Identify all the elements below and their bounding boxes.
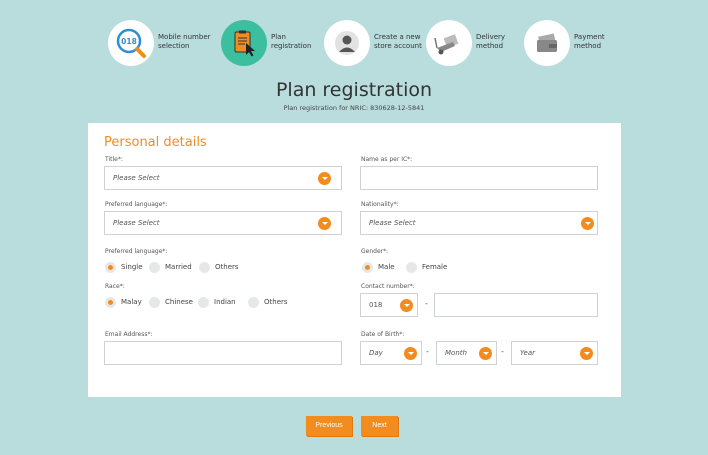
chevron-down-icon [581,217,594,230]
radio-label: Others [264,298,288,306]
marital-status-label: Preferred language*: [105,248,168,255]
magnifier-icon: 018 [108,20,154,66]
radio-label: Single [121,263,143,271]
radio-dot [198,296,209,308]
dob-day-select[interactable]: Day [360,341,422,365]
preferred-language-value: Please Select [113,219,160,227]
radio-married[interactable]: Married [149,261,192,273]
radio-dot [199,261,210,273]
step-label: Mobile number selection [158,33,211,50]
previous-button[interactable]: Previous [306,416,352,436]
user-icon [324,20,370,66]
next-button[interactable]: Next [361,416,398,436]
radio-dot [105,296,116,308]
radio-marital-others[interactable]: Others [199,261,239,273]
radio-dot [362,261,373,273]
step-badge: 018 [121,37,137,46]
radio-male[interactable]: Male [362,261,395,273]
radio-race-others[interactable]: Others [248,296,288,308]
contact-separator: - [425,299,428,308]
dob-month-value: Month [445,349,467,357]
title-select-value: Please Select [113,174,160,182]
race-label: Race*: [105,283,125,290]
radio-chinese[interactable]: Chinese [149,296,193,308]
nationality-value: Please Select [369,219,416,227]
radio-label: Female [422,263,448,271]
page-subtitle: Plan registration for NRIC: 830628-12-58… [283,104,425,112]
dob-day-value: Day [369,349,383,357]
radio-label: Malay [121,298,142,306]
radio-label: Indian [214,298,236,306]
title-label: Title*: [105,156,123,163]
wallet-icon [524,20,570,66]
radio-dot [149,261,160,273]
email-input[interactable] [104,341,342,365]
step-label: Payment method [574,33,605,50]
dob-month-select[interactable]: Month [436,341,497,365]
personal-details-card: Personal details Title*: Please Select N… [88,123,621,397]
chevron-down-icon [479,347,492,360]
dob-label: Date of Birth*: [361,331,405,338]
title-select[interactable]: Please Select [104,166,342,190]
name-label: Name as per IC*: [361,156,413,163]
chevron-down-icon [404,347,417,360]
chevron-down-icon [580,347,593,360]
radio-dot [149,296,160,308]
gender-label: Gender*: [361,248,389,255]
section-title: Personal details [104,135,207,150]
radio-label: Others [215,263,239,271]
dob-year-select[interactable]: Year [511,341,598,365]
radio-label: Chinese [165,298,193,306]
radio-dot [248,296,259,308]
dob-separator: - [501,347,504,356]
progress-steps: 018 Mobile number selection Plan registr… [108,20,608,66]
contact-prefix-value: 018 [369,301,383,309]
radio-indian[interactable]: Indian [198,296,236,308]
chevron-down-icon [318,217,331,230]
preferred-language-label: Preferred language*: [105,201,168,208]
radio-dot [105,261,116,273]
email-label: Email Address*: [105,331,153,338]
name-input[interactable] [360,166,598,190]
chevron-down-icon [400,299,413,312]
page-title: Plan registration [275,79,433,101]
radio-label: Married [165,263,192,271]
radio-label: Male [378,263,395,271]
chevron-down-icon [318,172,331,185]
dob-separator: - [426,347,429,356]
preferred-language-select[interactable]: Please Select [104,211,342,235]
radio-malay[interactable]: Malay [105,296,142,308]
radio-single[interactable]: Single [105,261,143,273]
nationality-label: Nationality*: [361,201,399,208]
clipboard-pointer-icon [221,20,267,66]
dob-year-value: Year [520,349,535,357]
delivery-truck-icon [426,20,472,66]
contact-number-label: Contact number*: [361,283,415,290]
radio-dot [406,261,417,273]
contact-prefix-select[interactable]: 018 [360,293,418,317]
contact-number-input[interactable] [434,293,598,317]
radio-female[interactable]: Female [406,261,447,273]
nationality-select[interactable]: Please Select [360,211,598,235]
